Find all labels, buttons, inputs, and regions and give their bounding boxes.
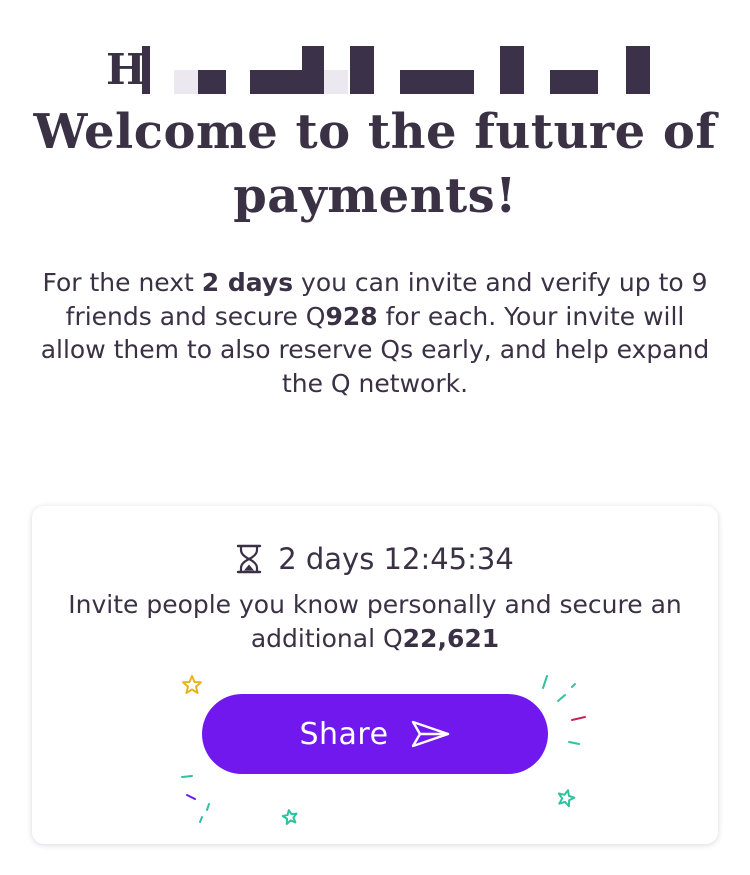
invite-description: Invite people you know personally and se… [52, 588, 698, 655]
confetti-line [571, 683, 576, 688]
countdown-row: 2 days 12:45:34 [32, 538, 718, 580]
countdown-timer: 2 days 12:45:34 [278, 542, 514, 576]
greeting-redacted: H [0, 44, 750, 96]
hourglass-icon [237, 544, 262, 574]
redaction-block [500, 46, 524, 94]
star-icon [281, 809, 298, 825]
star-icon [182, 675, 202, 694]
confetti-line [568, 741, 580, 745]
confetti-line [199, 816, 203, 823]
intro-text: For the next 2 days you can invite and v… [30, 266, 720, 400]
confetti-line [206, 803, 210, 811]
invite-card: 2 days 12:45:34 Invite people you know p… [32, 506, 718, 844]
redaction-block [198, 70, 226, 94]
redaction-block [550, 70, 598, 94]
redaction-block [350, 46, 374, 94]
intro-text-part: For the next [42, 268, 202, 297]
share-button-label: Share [299, 716, 389, 752]
confetti-line [557, 694, 566, 702]
redaction-block [324, 70, 348, 94]
page-title: Welcome to the future of payments! [33, 104, 717, 224]
star-icon [557, 789, 576, 808]
send-icon [411, 720, 449, 748]
share-button[interactable]: Share [202, 694, 548, 774]
confetti-line [181, 775, 193, 778]
invite-description-text: Invite people you know personally and se… [68, 590, 682, 653]
redaction-block [302, 46, 324, 94]
redaction-block [174, 70, 198, 94]
greeting-initial: H [106, 45, 146, 94]
confetti-line [571, 716, 586, 721]
bonus-amount: 22,621 [402, 623, 500, 653]
redaction-block [250, 70, 302, 94]
confetti-line [542, 675, 548, 689]
days-remaining: 2 days [201, 268, 294, 297]
redaction-block [400, 70, 474, 94]
redaction-block [626, 46, 650, 94]
reward-per-friend: 928 [325, 301, 378, 331]
confetti-line [186, 794, 196, 800]
redaction-block [142, 46, 150, 94]
